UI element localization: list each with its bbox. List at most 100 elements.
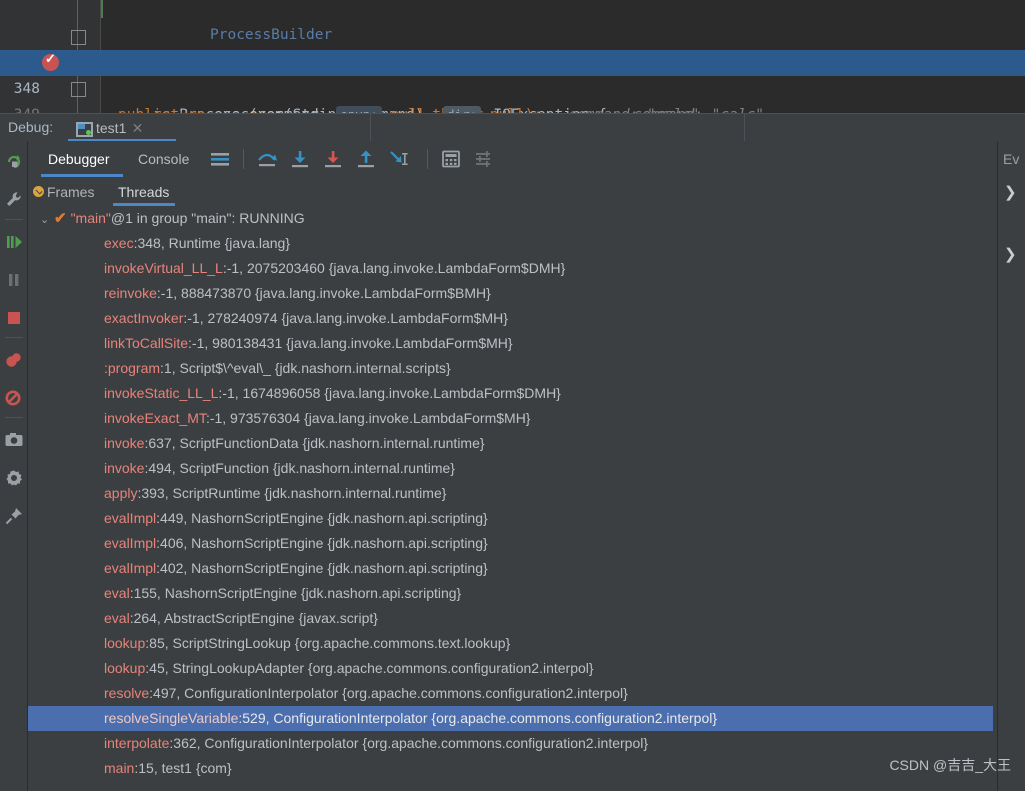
frame-row[interactable]: :program:1, Script$\^eval\_ {jdk.nashorn… bbox=[28, 356, 993, 381]
fold-marker-open-icon[interactable] bbox=[71, 30, 84, 43]
editor-line-348[interactable]: 348 return exec(command, envp: null, dir… bbox=[0, 50, 1025, 76]
chevron-right-icon-1[interactable]: ❯ bbox=[1004, 183, 1017, 201]
frame-row[interactable]: evalImpl:402, NashornScriptEngine {jdk.n… bbox=[28, 556, 993, 581]
screenshot-icon[interactable] bbox=[0, 421, 28, 459]
frame-row[interactable]: invokeVirtual_LL_L:-1, 2075203460 {java.… bbox=[28, 256, 993, 281]
debug-session-tab-label: test1 bbox=[96, 120, 126, 136]
frame-row[interactable]: reinvoke:-1, 888473870 {java.lang.invoke… bbox=[28, 281, 993, 306]
frame-row[interactable]: interpolate:362, ConfigurationInterpolat… bbox=[28, 731, 993, 756]
rail-divider-1 bbox=[5, 219, 23, 220]
step-out-icon[interactable] bbox=[355, 149, 377, 169]
frame-row[interactable]: invoke:494, ScriptFunction {jdk.nashorn.… bbox=[28, 456, 993, 481]
frame-location: :393, ScriptRuntime {jdk.nashorn.interna… bbox=[137, 485, 446, 501]
frame-location: :637, ScriptFunctionData {jdk.nashorn.in… bbox=[144, 435, 484, 451]
frame-method-name: resolve bbox=[104, 685, 149, 701]
resume-program-icon[interactable] bbox=[0, 223, 28, 261]
debugger-panel: Debugger Console bbox=[28, 141, 1025, 791]
step-over-icon[interactable] bbox=[256, 149, 278, 169]
debug-actions-rail[interactable] bbox=[0, 141, 28, 791]
frame-location: :348, Runtime {java.lang} bbox=[134, 235, 290, 251]
checkmark-icon: ✔ bbox=[54, 206, 67, 231]
frame-location: :45, StringLookupAdapter {org.apache.com… bbox=[145, 660, 593, 676]
frame-location: :529, ConfigurationInterpolator {org.apa… bbox=[238, 710, 717, 726]
frame-row[interactable]: lookup:45, StringLookupAdapter {org.apac… bbox=[28, 656, 993, 681]
frame-row[interactable]: evalImpl:406, NashornScriptEngine {jdk.n… bbox=[28, 531, 993, 556]
chevron-down-icon[interactable]: ⌄ bbox=[40, 208, 54, 233]
frame-row[interactable]: apply:393, ScriptRuntime {jdk.nashorn.in… bbox=[28, 481, 993, 506]
chevron-right-icon-2[interactable]: ❯ bbox=[1004, 245, 1017, 263]
intellij-debugger-window: ProcessBuilder 347 public Process exec(S… bbox=[0, 0, 1025, 791]
frame-method-name: lookup bbox=[104, 660, 145, 676]
frame-row[interactable]: resolveSingleVariable:529, Configuration… bbox=[28, 706, 993, 731]
frame-location: :362, ConfigurationInterpolator {org.apa… bbox=[169, 735, 648, 751]
toolbar-divider-2 bbox=[427, 149, 428, 169]
debug-session-tab-test1[interactable]: test1 ✕ bbox=[68, 114, 148, 142]
stop-icon[interactable] bbox=[0, 299, 28, 337]
frame-row[interactable]: invokeStatic_LL_L:-1, 1674896058 {java.l… bbox=[28, 381, 993, 406]
tab-console[interactable]: Console bbox=[138, 141, 189, 177]
frame-method-name: eval bbox=[104, 585, 130, 601]
rerun-icon[interactable] bbox=[0, 143, 28, 181]
run-configuration-icon bbox=[76, 122, 90, 134]
frame-row[interactable]: eval:264, AbstractScriptEngine {javax.sc… bbox=[28, 606, 993, 631]
thread-status: @1 in group "main": RUNNING bbox=[111, 210, 305, 226]
frame-method-name: invokeExact_MT bbox=[104, 410, 206, 426]
tab-threads[interactable]: Threads bbox=[118, 177, 169, 206]
editor-line-349[interactable]: 349 } bbox=[0, 76, 1025, 102]
rail-divider-2 bbox=[5, 337, 23, 338]
frame-location: :497, ConfigurationInterpolator {org.apa… bbox=[149, 685, 628, 701]
frame-location: :449, NashornScriptEngine {jdk.nashorn.a… bbox=[156, 510, 488, 526]
settings-wrench-icon[interactable] bbox=[0, 181, 28, 219]
frame-location: :494, ScriptFunction {jdk.nashorn.intern… bbox=[144, 460, 455, 476]
frame-method-name: evalImpl bbox=[104, 560, 156, 576]
evaluate-expression-icon[interactable] bbox=[440, 149, 462, 169]
frames-list[interactable]: ⌄✔"main"@1 in group "main": RUNNING exec… bbox=[28, 206, 993, 791]
tab-frames[interactable]: Frames bbox=[33, 177, 94, 206]
debug-tool-window-header: Debug: test1 ✕ bbox=[0, 113, 1025, 141]
frame-row[interactable]: linkToCallSite:-1, 980138431 {java.lang.… bbox=[28, 331, 993, 356]
frame-row[interactable]: exactInvoker:-1, 278240974 {java.lang.in… bbox=[28, 306, 993, 331]
frame-row[interactable]: evalImpl:449, NashornScriptEngine {jdk.n… bbox=[28, 506, 993, 531]
breakpoint-verified-icon[interactable] bbox=[42, 54, 59, 71]
frame-location: :-1, 1674896058 {java.lang.invoke.Lambda… bbox=[218, 385, 560, 401]
frame-location: :1, Script$\^eval\_ {jdk.nashorn.interna… bbox=[160, 360, 451, 376]
settings-gear-icon[interactable] bbox=[0, 459, 28, 497]
rail-divider-3 bbox=[5, 417, 23, 418]
frame-location: :-1, 980138431 {java.lang.invoke.LambdaF… bbox=[188, 335, 513, 351]
editor-line-347[interactable]: 347 public Process exec(String command) … bbox=[0, 24, 1025, 50]
mute-breakpoints-icon[interactable] bbox=[0, 379, 28, 417]
frame-method-name: :program bbox=[104, 360, 160, 376]
show-execution-point-icon[interactable] bbox=[209, 149, 231, 169]
warning-icon bbox=[33, 186, 44, 197]
frame-row[interactable]: lookup:85, ScriptStringLookup {org.apach… bbox=[28, 631, 993, 656]
frame-row[interactable]: eval:155, NashornScriptEngine {jdk.nasho… bbox=[28, 581, 993, 606]
view-breakpoints-icon[interactable] bbox=[0, 341, 28, 379]
header-divider-2 bbox=[744, 114, 745, 142]
thread-name: "main" bbox=[71, 210, 111, 226]
pause-program-icon[interactable] bbox=[0, 261, 28, 299]
fold-marker-close-icon[interactable] bbox=[71, 82, 84, 95]
tab-threads-label: Threads bbox=[118, 184, 169, 200]
code-editor[interactable]: ProcessBuilder 347 public Process exec(S… bbox=[0, 0, 1025, 113]
run-to-cursor-icon[interactable] bbox=[388, 149, 410, 169]
frame-row[interactable]: invokeExact_MT:-1, 973576304 {java.lang.… bbox=[28, 406, 993, 431]
frame-method-name: eval bbox=[104, 610, 130, 626]
frame-method-name: evalImpl bbox=[104, 510, 156, 526]
frame-row[interactable]: invoke:637, ScriptFunctionData {jdk.nash… bbox=[28, 431, 993, 456]
variables-panel: Ev ❯ ❯ bbox=[997, 141, 1025, 791]
frame-row[interactable]: resolve:497, ConfigurationInterpolator {… bbox=[28, 681, 993, 706]
pin-tab-icon[interactable] bbox=[0, 497, 28, 535]
frames-threads-tabbar: Frames Threads bbox=[28, 177, 1025, 206]
tab-debugger[interactable]: Debugger bbox=[48, 141, 110, 177]
frame-row[interactable]: exec:348, Runtime {java.lang} bbox=[28, 231, 993, 256]
frame-row[interactable]: main:15, test1 {com} bbox=[28, 756, 993, 781]
force-step-into-icon[interactable] bbox=[322, 149, 344, 169]
frame-location: :-1, 973576304 {java.lang.invoke.LambdaF… bbox=[206, 410, 531, 426]
header-divider-1 bbox=[370, 114, 371, 142]
step-into-icon[interactable] bbox=[289, 149, 311, 169]
close-icon[interactable]: ✕ bbox=[132, 120, 144, 137]
frame-method-name: invoke bbox=[104, 460, 144, 476]
settings-filter-icon[interactable] bbox=[473, 149, 495, 169]
thread-row-main[interactable]: ⌄✔"main"@1 in group "main": RUNNING bbox=[28, 206, 993, 231]
tab-debugger-label: Debugger bbox=[48, 151, 110, 167]
